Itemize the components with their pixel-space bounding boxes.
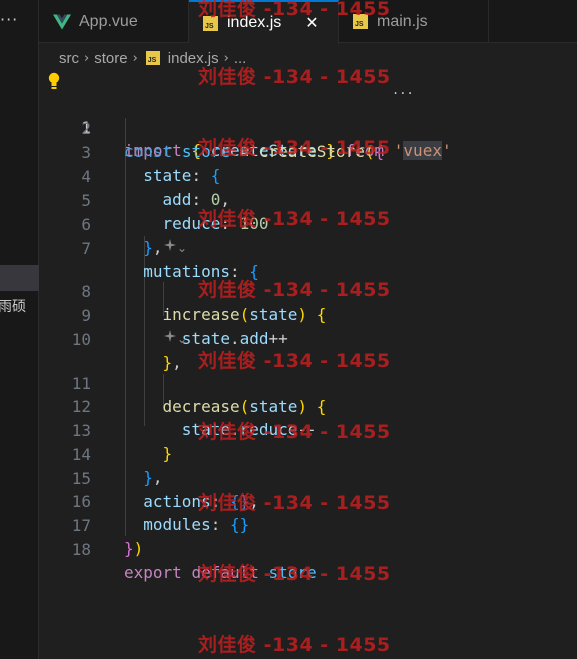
tab-label: App.vue — [79, 12, 138, 30]
chevron-right-icon: › — [223, 50, 229, 66]
tab-index-js[interactable]: JS index.js ✕ — [189, 0, 339, 44]
code-line[interactable]: 17 }) — [39, 491, 577, 558]
code-editor[interactable]: 1 import { createStore } from 'vuex' ...… — [39, 72, 577, 659]
lightbulb-icon[interactable] — [47, 72, 61, 90]
code-line[interactable]: 16 modules: {} — [39, 467, 577, 534]
code-line[interactable]: 14 }, — [39, 420, 577, 487]
breadcrumb-item-src[interactable]: src — [59, 50, 79, 67]
code-line[interactable]: 5 reduce: 100 — [39, 166, 577, 233]
code-line[interactable]: 10 }, — [39, 305, 577, 372]
copilot-sparkle-icon[interactable]: ⌄ — [163, 238, 187, 255]
chevron-down-icon[interactable]: ⌄ — [177, 241, 187, 255]
code-line[interactable]: 7 mutations: { — [39, 214, 577, 281]
breadcrumb-item-store[interactable]: store — [94, 50, 127, 67]
ellipsis-icon[interactable]: ··· — [0, 10, 18, 29]
explorer-sidebar: ··· 雨硕 — [0, 0, 39, 659]
code-line[interactable]: 3 state: { — [39, 118, 577, 185]
tab-main-js[interactable]: JS main.js — [339, 0, 489, 43]
tab-label: main.js — [377, 12, 428, 30]
chevron-right-icon: › — [84, 50, 90, 66]
tab-label: index.js — [227, 14, 282, 31]
js-icon: JS — [145, 51, 160, 65]
sidebar-selected-row[interactable] — [0, 265, 39, 291]
sidebar-partial-label: 雨硕 — [0, 299, 26, 315]
breadcrumb-ellipsis[interactable]: ... — [234, 50, 247, 67]
close-icon[interactable]: ✕ — [305, 13, 318, 33]
tab-app-vue[interactable]: App.vue — [39, 0, 189, 43]
code-line[interactable]: 2 const store = createStore({ — [39, 94, 577, 161]
code-line[interactable]: 18 export default store — [39, 515, 577, 582]
code-line[interactable]: 8 increase(state) { — [39, 257, 577, 324]
copilot-sparkle-icon[interactable]: ⌄ — [163, 329, 187, 346]
code-line[interactable]: 4 add: 0, — [39, 142, 577, 209]
code-line[interactable]: 15 actions: {}, — [39, 444, 577, 511]
code-line[interactable]: 12 state.reduce-- — [39, 372, 577, 439]
line-number: 18 — [71, 540, 91, 559]
vue-icon — [53, 14, 71, 29]
chevron-down-icon[interactable]: ⌄ — [177, 332, 187, 346]
line-number: 10 — [71, 330, 91, 349]
js-icon: JS — [353, 14, 368, 29]
breadcrumb-item-file[interactable]: index.js — [168, 50, 219, 67]
code-line[interactable]: 6 }, — [39, 190, 577, 257]
editor-tab-bar: App.vue JS index.js ✕ JS main.js — [39, 0, 577, 44]
code-line[interactable]: 11 decrease(state) { — [39, 349, 577, 416]
code-line[interactable]: 1 import { createStore } from 'vuex' ... — [39, 70, 577, 160]
breadcrumb: src › store › JS index.js › ... — [39, 44, 577, 72]
chevron-right-icon: › — [132, 50, 138, 66]
code-line[interactable]: 13 } — [39, 396, 577, 463]
code-line[interactable]: 9 state.add++ — [39, 281, 577, 348]
js-icon: JS — [203, 15, 218, 31]
